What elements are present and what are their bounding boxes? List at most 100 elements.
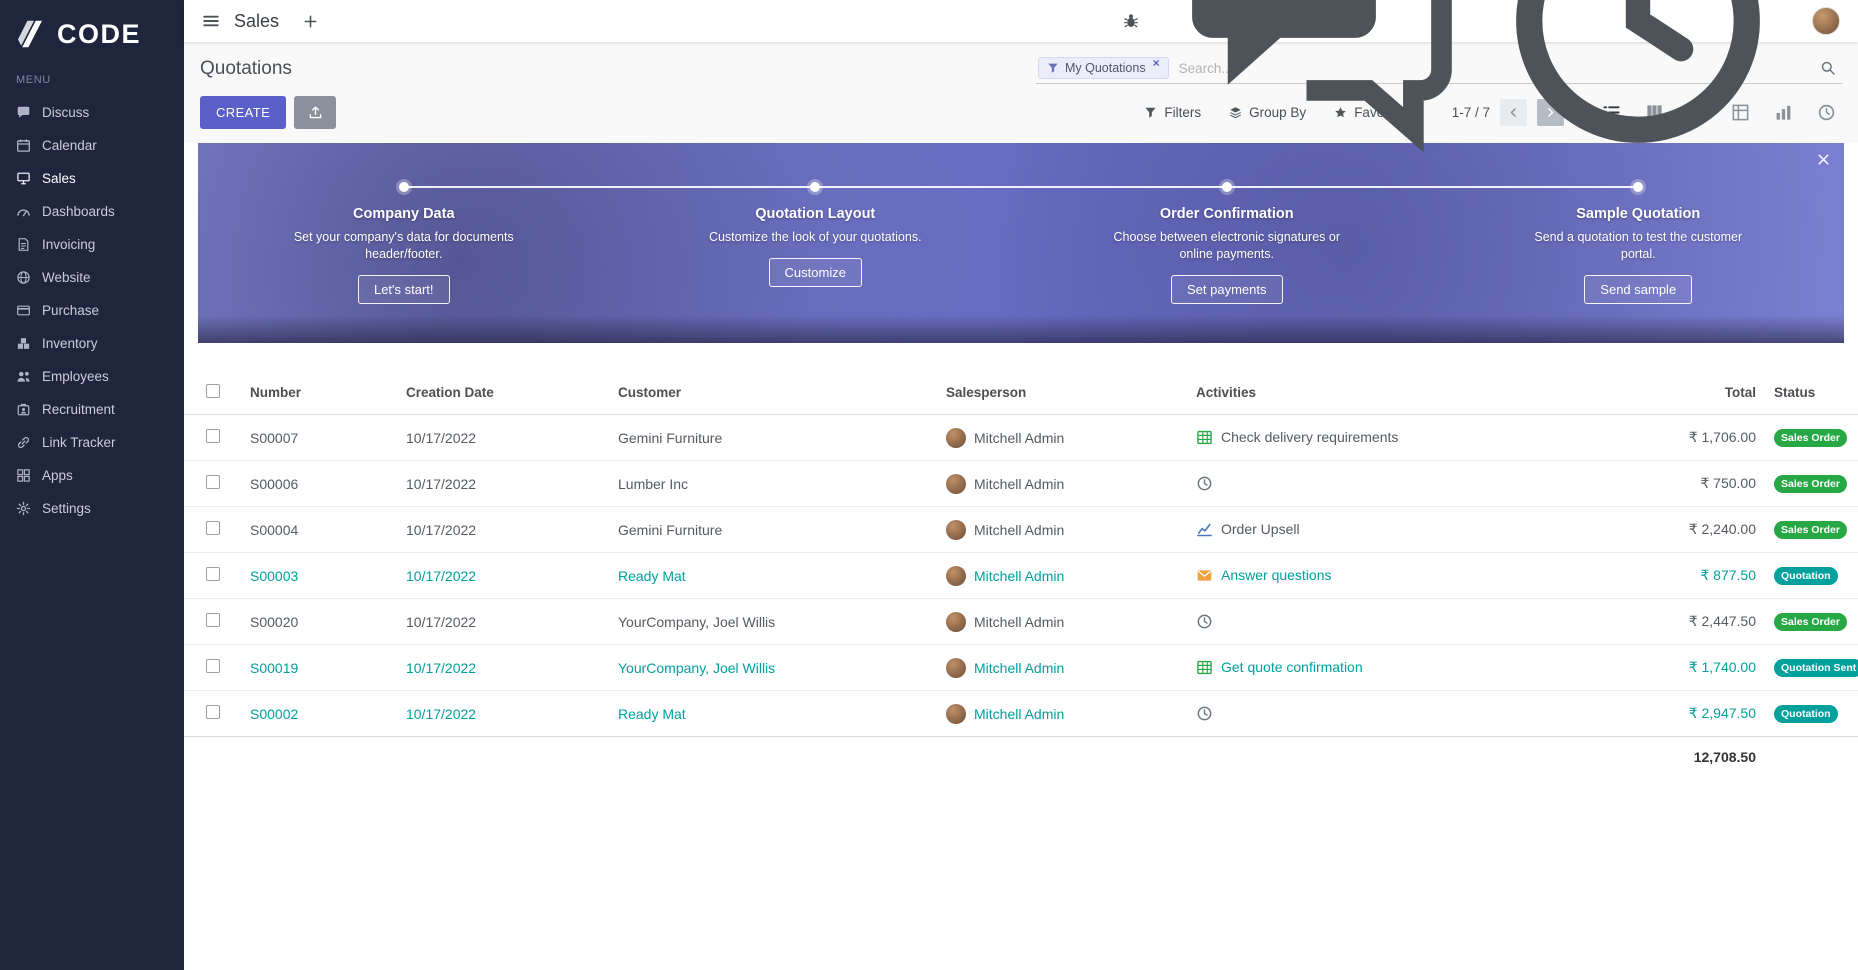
sidebar-item-calendar[interactable]: Calendar: [0, 129, 184, 162]
cell-salesperson: Mitchell Admin: [946, 507, 1196, 553]
sidebar-item-employees[interactable]: Employees: [0, 360, 184, 393]
sidebar-item-label: Purchase: [42, 303, 99, 318]
cell-salesperson: Mitchell Admin: [946, 599, 1196, 645]
cell-number[interactable]: S00019: [250, 645, 406, 691]
cell-customer: Gemini Furniture: [618, 507, 946, 553]
table-row[interactable]: S0000310/17/2022Ready MatMitchell AdminA…: [184, 553, 1858, 599]
sidebar-item-recruitment[interactable]: Recruitment: [0, 393, 184, 426]
sidebar-item-website[interactable]: Website: [0, 261, 184, 294]
menu-toggle-icon[interactable]: [202, 12, 220, 30]
column-header-status[interactable]: Status: [1766, 371, 1858, 415]
table-row[interactable]: S0000210/17/2022Ready MatMitchell Admin₹…: [184, 691, 1858, 737]
column-header-creation-date[interactable]: Creation Date: [406, 371, 618, 415]
spreadsheet-icon[interactable]: [1196, 659, 1213, 676]
cell-total: ₹ 2,447.50: [1616, 599, 1766, 645]
add-favorite-icon[interactable]: [303, 14, 318, 29]
sidebar-item-link-tracker[interactable]: Link Tracker: [0, 426, 184, 459]
sidebar-item-sales[interactable]: Sales: [0, 162, 184, 195]
table-row[interactable]: S0000710/17/2022Gemini FurnitureMitchell…: [184, 415, 1858, 461]
onboarding-step-order-confirmation: Order Confirmation Choose between electr…: [1021, 206, 1433, 304]
sidebar-item-inventory[interactable]: Inventory: [0, 327, 184, 360]
clock-icon[interactable]: [1196, 613, 1213, 630]
clock-icon[interactable]: [1196, 705, 1213, 722]
user-avatar[interactable]: [1812, 7, 1840, 35]
cell-customer: Ready Mat: [618, 691, 946, 737]
column-header-customer[interactable]: Customer: [618, 371, 946, 415]
set-payments-button[interactable]: Set payments: [1171, 275, 1283, 304]
select-all-checkbox[interactable]: [184, 371, 250, 415]
envelope-icon[interactable]: [1196, 567, 1213, 584]
cell-activities[interactable]: [1196, 461, 1616, 507]
row-checkbox[interactable]: [206, 659, 220, 673]
cell-activities[interactable]: [1196, 599, 1616, 645]
spreadsheet-icon[interactable]: [1196, 429, 1213, 446]
sidebar-item-label: Recruitment: [42, 402, 115, 417]
activities-button[interactable]: 1: [1488, 0, 1788, 171]
clock-icon[interactable]: [1196, 475, 1213, 492]
cell-salesperson: Mitchell Admin: [946, 691, 1196, 737]
footer-total: 12,708.50: [1616, 737, 1766, 777]
send-sample-button[interactable]: Send sample: [1584, 275, 1692, 304]
row-checkbox[interactable]: [206, 613, 220, 627]
sidebar-item-label: Sales: [42, 171, 76, 186]
cell-number[interactable]: S00020: [250, 599, 406, 645]
sidebar-item-label: Link Tracker: [42, 435, 116, 450]
row-checkbox[interactable]: [206, 567, 220, 581]
cell-number[interactable]: S00002: [250, 691, 406, 737]
column-header-total[interactable]: Total: [1616, 371, 1766, 415]
cell-customer: Ready Mat: [618, 553, 946, 599]
cell-activities[interactable]: Get quote confirmation: [1196, 645, 1616, 691]
cell-number[interactable]: S00007: [250, 415, 406, 461]
sidebar-item-invoicing[interactable]: Invoicing: [0, 228, 184, 261]
cell-creation-date: 10/17/2022: [406, 415, 618, 461]
table-row[interactable]: S0000610/17/2022Lumber IncMitchell Admin…: [184, 461, 1858, 507]
row-checkbox[interactable]: [206, 429, 220, 443]
cell-number[interactable]: S00003: [250, 553, 406, 599]
sidebar-item-discuss[interactable]: Discuss: [0, 96, 184, 129]
bug-icon[interactable]: [1122, 12, 1140, 30]
cell-total: ₹ 877.50: [1616, 553, 1766, 599]
table-row[interactable]: S0000410/17/2022Gemini FurnitureMitchell…: [184, 507, 1858, 553]
status-badge: Sales Order: [1774, 475, 1847, 494]
sidebar-item-apps[interactable]: Apps: [0, 459, 184, 492]
cell-status: Sales Order: [1766, 415, 1858, 461]
cell-activities[interactable]: Check delivery requirements: [1196, 415, 1616, 461]
table-row[interactable]: S0001910/17/2022YourCompany, Joel Willis…: [184, 645, 1858, 691]
cell-status: Quotation Sent: [1766, 645, 1858, 691]
column-header-activities[interactable]: Activities: [1196, 371, 1616, 415]
link-tracker-icon: [16, 435, 31, 450]
cell-total: ₹ 750.00: [1616, 461, 1766, 507]
brand-logo[interactable]: CODE: [0, 0, 184, 74]
status-badge: Quotation: [1774, 705, 1838, 724]
cell-creation-date: 10/17/2022: [406, 553, 618, 599]
salesperson-avatar: [946, 566, 966, 586]
inventory-icon: [16, 336, 31, 351]
customize-button[interactable]: Customize: [769, 258, 862, 287]
cell-total: ₹ 2,947.50: [1616, 691, 1766, 737]
cell-number[interactable]: S00006: [250, 461, 406, 507]
row-checkbox[interactable]: [206, 521, 220, 535]
chart-icon[interactable]: [1196, 521, 1213, 538]
sidebar-item-purchase[interactable]: Purchase: [0, 294, 184, 327]
row-checkbox[interactable]: [206, 705, 220, 719]
cell-status: Quotation: [1766, 553, 1858, 599]
row-checkbox[interactable]: [206, 475, 220, 489]
messages-button[interactable]: 5: [1164, 0, 1464, 171]
column-header-salesperson[interactable]: Salesperson: [946, 371, 1196, 415]
table-row[interactable]: S0002010/17/2022YourCompany, Joel Willis…: [184, 599, 1858, 645]
cell-activities[interactable]: [1196, 691, 1616, 737]
create-button[interactable]: CREATE: [200, 96, 286, 129]
calendar-icon: [16, 138, 31, 153]
lets-start-button[interactable]: Let's start!: [358, 275, 450, 304]
status-badge: Sales Order: [1774, 429, 1847, 448]
sidebar-item-settings[interactable]: Settings: [0, 492, 184, 525]
cell-number[interactable]: S00004: [250, 507, 406, 553]
column-header-number[interactable]: Number: [250, 371, 406, 415]
cell-activities[interactable]: Answer questions: [1196, 553, 1616, 599]
sidebar-item-dashboards[interactable]: Dashboards: [0, 195, 184, 228]
cell-activities[interactable]: Order Upsell: [1196, 507, 1616, 553]
app-title[interactable]: Sales: [234, 11, 279, 32]
export-button[interactable]: [294, 96, 336, 129]
sidebar-item-label: Calendar: [42, 138, 97, 153]
invoicing-icon: [16, 237, 31, 252]
